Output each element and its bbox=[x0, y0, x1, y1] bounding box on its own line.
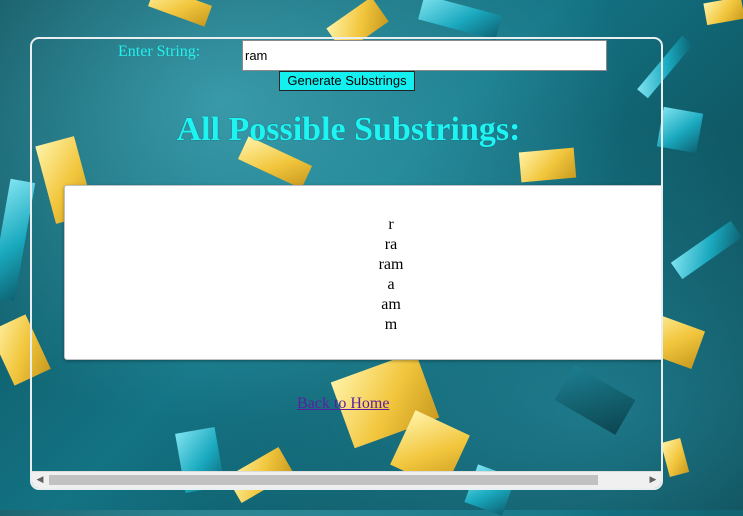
list-item: a bbox=[387, 276, 395, 293]
generate-substrings-button[interactable]: Generate Substrings bbox=[279, 71, 415, 91]
horizontal-scrollbar[interactable]: ◀ ▶ bbox=[32, 471, 661, 488]
results-box: r ra ram a am m bbox=[64, 185, 661, 360]
page-title: All Possible Substrings: bbox=[176, 111, 521, 148]
substrings-list: r ra ram a am m bbox=[65, 215, 661, 335]
scroll-right-arrow-icon[interactable]: ▶ bbox=[645, 472, 661, 488]
main-panel: Enter String: Generate Substrings All Po… bbox=[30, 37, 663, 490]
list-item: am bbox=[381, 296, 401, 313]
list-item: m bbox=[384, 316, 398, 333]
string-input[interactable] bbox=[242, 40, 607, 71]
enter-string-label: Enter String: bbox=[118, 43, 201, 60]
list-item: r bbox=[388, 216, 394, 233]
list-item: ra bbox=[384, 236, 398, 253]
back-to-home-link[interactable]: Back to Home bbox=[297, 395, 389, 413]
scrollbar-thumb[interactable] bbox=[49, 475, 598, 485]
list-item: ram bbox=[378, 256, 404, 273]
scroll-left-arrow-icon[interactable]: ◀ bbox=[32, 472, 48, 488]
